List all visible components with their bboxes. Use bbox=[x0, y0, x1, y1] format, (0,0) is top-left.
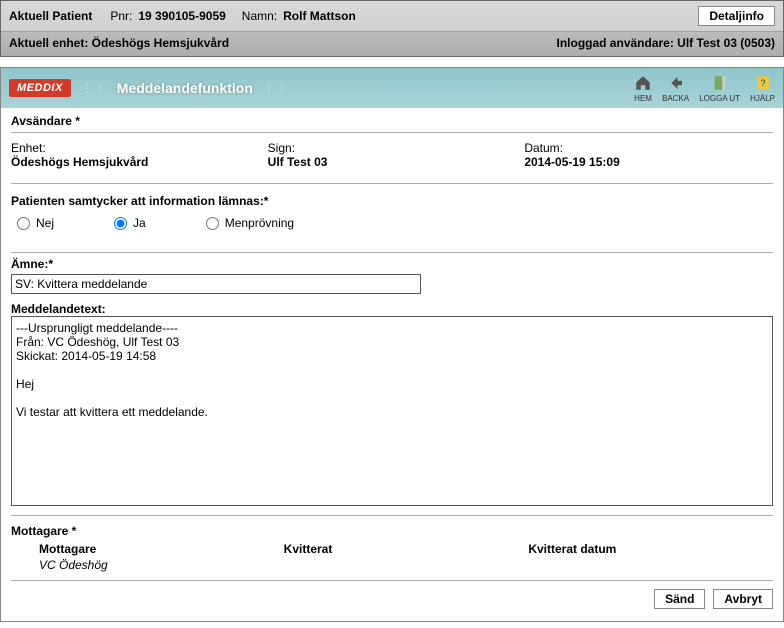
consent-nej[interactable]: Nej bbox=[17, 216, 54, 230]
logout-button[interactable]: LOGGA UT bbox=[699, 74, 740, 103]
subject-input[interactable] bbox=[11, 274, 421, 294]
app-logo: MEDDIX bbox=[9, 79, 71, 97]
current-unit: Aktuell enhet: Ödeshögs Hemsjukvård bbox=[9, 36, 229, 50]
table-row: VC Ödeshög bbox=[11, 558, 773, 572]
sender-box: Enhet: Ödeshögs Hemsjukvård Sign: Ulf Te… bbox=[11, 132, 773, 184]
unit-label: Enhet: bbox=[11, 141, 260, 155]
patient-label: Aktuell Patient bbox=[9, 9, 92, 23]
send-button[interactable]: Sänd bbox=[654, 589, 705, 609]
pnr-label: Pnr: bbox=[110, 9, 132, 23]
help-icon: ? bbox=[754, 74, 772, 94]
name-value: Rolf Mattson bbox=[283, 9, 356, 23]
consent-menprovning[interactable]: Menprövning bbox=[206, 216, 294, 230]
name-label: Namn: bbox=[242, 9, 277, 23]
door-icon bbox=[711, 74, 729, 94]
titlebar: MEDDIX ⋮⋮ Meddelandefunktion ⋮⋮ HEM BACK… bbox=[1, 68, 783, 108]
app-panel: MEDDIX ⋮⋮ Meddelandefunktion ⋮⋮ HEM BACK… bbox=[0, 67, 784, 622]
sign-value: Ulf Test 03 bbox=[268, 155, 517, 169]
message-label: Meddelandetext: bbox=[11, 302, 773, 316]
col-kvitterat-datum: Kvitterat datum bbox=[528, 542, 773, 556]
unit-value: Ödeshögs Hemsjukvård bbox=[11, 155, 260, 169]
consent-label: Patienten samtycker att information lämn… bbox=[11, 194, 773, 208]
message-textarea[interactable] bbox=[11, 316, 773, 506]
cell-mottagare: VC Ödeshög bbox=[39, 558, 284, 572]
sign-label: Sign: bbox=[268, 141, 517, 155]
cancel-button[interactable]: Avbryt bbox=[713, 589, 773, 609]
back-button[interactable]: BACKA bbox=[662, 74, 689, 103]
svg-text:?: ? bbox=[760, 78, 765, 88]
cell-kvitterat-datum bbox=[528, 558, 773, 572]
subject-label: Ämne:* bbox=[11, 252, 773, 271]
patient-bar: Aktuell Patient Pnr: 19 390105-9059 Namn… bbox=[0, 0, 784, 57]
back-icon bbox=[667, 74, 685, 94]
page-title: Meddelandefunktion bbox=[117, 80, 253, 96]
logged-in-user: Inloggad användare: Ulf Test 03 (0503) bbox=[556, 36, 775, 50]
recipients-table: Mottagare Kvitterat Kvitterat datum VC Ö… bbox=[11, 538, 773, 580]
cell-kvitterat bbox=[284, 558, 529, 572]
detail-info-button[interactable]: Detaljinfo bbox=[698, 6, 775, 26]
home-icon bbox=[634, 74, 652, 94]
recipients-heading: Mottagare * bbox=[11, 515, 773, 538]
decoration: ⋮⋮ bbox=[263, 81, 289, 95]
consent-ja[interactable]: Ja bbox=[114, 216, 146, 230]
col-mottagare: Mottagare bbox=[39, 542, 284, 556]
decoration: ⋮⋮ bbox=[81, 81, 107, 95]
date-value: 2014-05-19 15:09 bbox=[524, 155, 773, 169]
radio-ja[interactable] bbox=[114, 217, 127, 230]
help-button[interactable]: ? HJÄLP bbox=[750, 74, 775, 103]
date-label: Datum: bbox=[524, 141, 773, 155]
col-kvitterat: Kvitterat bbox=[284, 542, 529, 556]
radio-nej[interactable] bbox=[17, 217, 30, 230]
pnr-value: 19 390105-9059 bbox=[138, 9, 225, 23]
sender-heading: Avsändare * bbox=[11, 112, 773, 132]
home-button[interactable]: HEM bbox=[634, 74, 652, 103]
radio-men[interactable] bbox=[206, 217, 219, 230]
